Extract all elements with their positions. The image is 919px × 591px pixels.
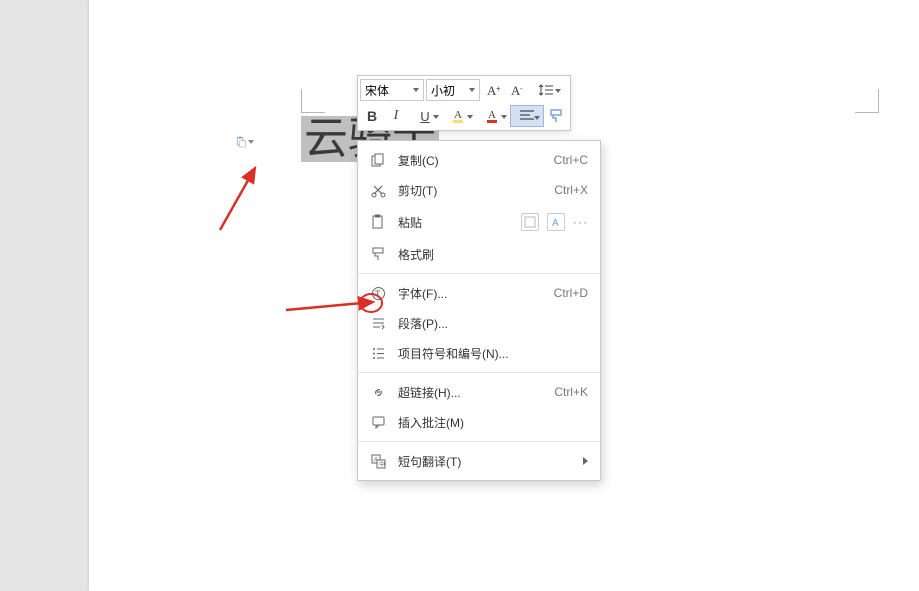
paste-options: A ···	[521, 213, 588, 231]
menu-paste[interactable]: 粘贴 A ···	[358, 205, 600, 239]
menu-label: 剪切(T)	[398, 182, 554, 199]
bullets-icon	[368, 343, 388, 363]
comment-icon	[368, 412, 388, 432]
svg-text:A: A	[488, 109, 496, 121]
align-button[interactable]	[510, 105, 544, 127]
separator	[358, 441, 600, 442]
menu-translate[interactable]: A中 短句翻译(T)	[358, 446, 600, 476]
menu-font[interactable]: T 字体(F)... Ctrl+D	[358, 278, 600, 308]
menu-label: 短句翻译(T)	[398, 453, 575, 470]
font-icon: T	[368, 283, 388, 303]
svg-text:+: +	[496, 84, 501, 93]
menu-label: 格式刷	[398, 246, 588, 263]
svg-text:A: A	[552, 218, 559, 228]
decrease-font-button[interactable]: A-	[506, 79, 530, 101]
context-menu: 复制(C) Ctrl+C 剪切(T) Ctrl+X 粘贴 A ··· 格式刷 T…	[357, 140, 601, 481]
link-icon	[368, 382, 388, 402]
menu-label: 段落(P)...	[398, 315, 588, 332]
font-size-combo[interactable]	[426, 79, 480, 101]
underline-button[interactable]: U	[408, 105, 442, 127]
format-painter-icon	[368, 244, 388, 264]
mini-toolbar: A+ A- B I U A A	[357, 75, 571, 131]
font-color-button[interactable]: A	[476, 105, 510, 127]
menu-comment[interactable]: 插入批注(M)	[358, 407, 600, 437]
increase-font-button[interactable]: A+	[482, 79, 506, 101]
clipboard-icon	[368, 212, 388, 232]
chevron-down-icon[interactable]	[409, 80, 423, 100]
svg-text:T: T	[375, 289, 381, 299]
chevron-right-icon	[583, 457, 588, 465]
margin-marker-right	[855, 89, 879, 113]
menu-label: 字体(F)...	[398, 285, 554, 302]
menu-label: 插入批注(M)	[398, 414, 588, 431]
menu-label: 超链接(H)...	[398, 384, 554, 401]
menu-label: 粘贴	[398, 214, 521, 231]
clipboard-icon	[236, 134, 246, 150]
paste-keep-format-icon[interactable]	[521, 213, 539, 231]
menu-format-painter[interactable]: 格式刷	[358, 239, 600, 269]
svg-text:-: -	[520, 84, 523, 93]
translate-icon: A中	[368, 451, 388, 471]
paragraph-icon	[368, 313, 388, 333]
svg-text:A: A	[454, 109, 462, 121]
menu-shortcut: Ctrl+K	[554, 385, 588, 399]
bold-button[interactable]: B	[360, 105, 384, 127]
highlight-color-button[interactable]: A	[442, 105, 476, 127]
menu-label: 项目符号和编号(N)...	[398, 345, 588, 362]
menu-cut[interactable]: 剪切(T) Ctrl+X	[358, 175, 600, 205]
menu-copy[interactable]: 复制(C) Ctrl+C	[358, 145, 600, 175]
menu-bullets[interactable]: 项目符号和编号(N)...	[358, 338, 600, 368]
svg-text:中: 中	[379, 460, 385, 468]
italic-button[interactable]: I	[384, 105, 408, 127]
menu-paragraph[interactable]: 段落(P)...	[358, 308, 600, 338]
paste-options-floater[interactable]	[236, 133, 254, 151]
font-size-input[interactable]	[427, 80, 465, 100]
copy-icon	[368, 150, 388, 170]
separator	[358, 273, 600, 274]
paste-text-only-icon[interactable]: A	[547, 213, 565, 231]
scissors-icon	[368, 180, 388, 200]
chevron-down-icon[interactable]	[465, 80, 479, 100]
line-spacing-button[interactable]	[530, 79, 564, 101]
font-family-input[interactable]	[361, 80, 409, 100]
more-icon[interactable]: ···	[573, 215, 588, 229]
margin-marker-left	[301, 89, 325, 113]
menu-shortcut: Ctrl+D	[554, 286, 588, 300]
menu-label: 复制(C)	[398, 152, 554, 169]
font-family-combo[interactable]	[360, 79, 424, 101]
format-painter-button[interactable]	[544, 105, 568, 127]
menu-shortcut: Ctrl+C	[554, 153, 588, 167]
separator	[358, 372, 600, 373]
menu-hyperlink[interactable]: 超链接(H)... Ctrl+K	[358, 377, 600, 407]
menu-shortcut: Ctrl+X	[554, 183, 588, 197]
